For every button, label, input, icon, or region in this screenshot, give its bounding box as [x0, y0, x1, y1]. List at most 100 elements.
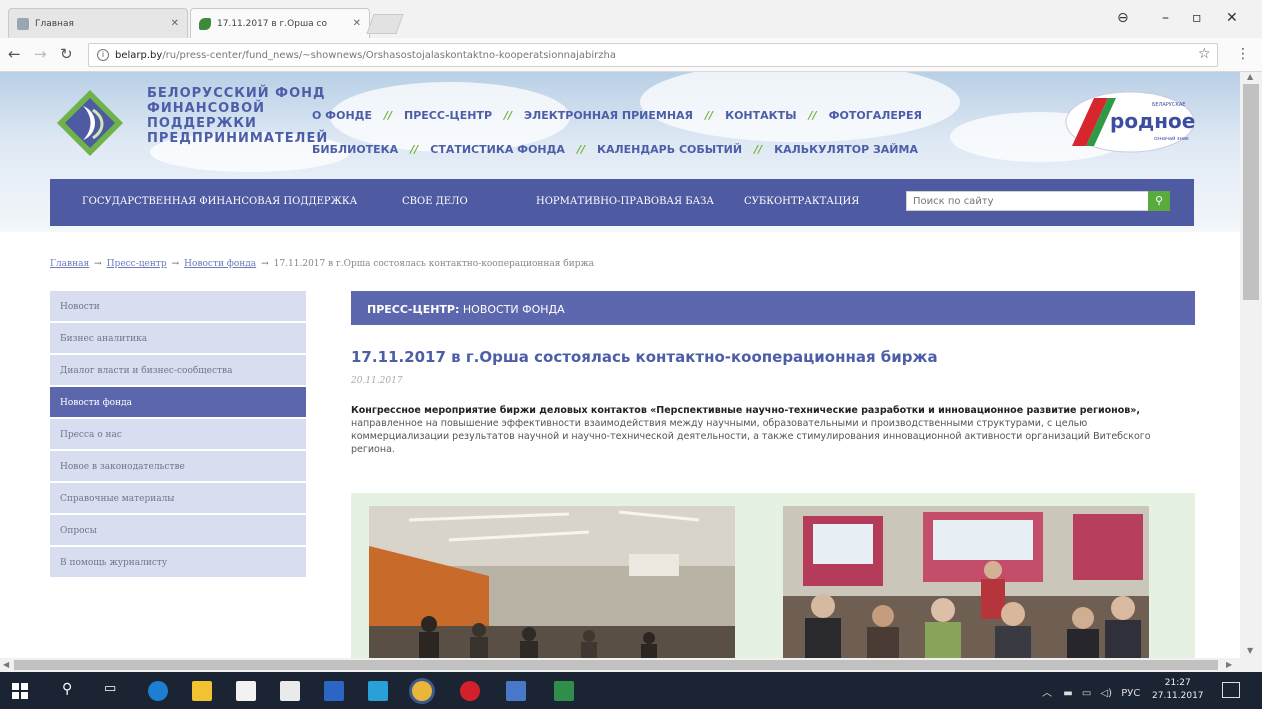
topnav-separator: //: [410, 143, 419, 156]
sidebar-item-polls[interactable]: Опросы: [50, 515, 306, 547]
article-title: 17.11.2017 в г.Орша состоялась контактно…: [351, 348, 938, 366]
scroll-up-icon[interactable]: ▲: [1247, 72, 1253, 81]
topnav-link-press[interactable]: ПРЕСС-ЦЕНТР: [404, 109, 492, 122]
page-favicon-icon: [199, 17, 211, 30]
site-search-input[interactable]: [906, 191, 1150, 211]
topnav-separator: //: [383, 109, 393, 122]
chrome-browser-icon[interactable]: [412, 681, 432, 701]
brand-tag-top: БЕЛАРУСКАЕ: [1152, 102, 1185, 108]
brand-word: родное: [1110, 109, 1195, 133]
section-header-rest: НОВОСТИ ФОНДА: [459, 303, 565, 316]
close-tab-icon[interactable]: ✕: [353, 18, 361, 29]
mainnav-subcontracting[interactable]: СУБКОНТРАКТАЦИЯ: [744, 196, 859, 207]
topnav-link-reception[interactable]: ЭЛЕКТРОННАЯ ПРИЕМНАЯ: [524, 109, 693, 122]
url-input[interactable]: i belarp.by /ru/press-center/fund_news/~…: [88, 43, 1218, 67]
windows-taskbar: ⚲ ▭ ︿ ▬ ▭ ◁) РУС 21:27 27.11.2017: [0, 672, 1262, 709]
vertical-scroll-thumb[interactable]: [1243, 84, 1259, 300]
article-date: 20.11.2017: [351, 376, 403, 386]
search-icon[interactable]: ⚲: [1148, 191, 1170, 211]
breadcrumb-current: 17.11.2017 в г.Орша состоялась контактно…: [273, 259, 595, 269]
top-nav-row-2: БИБЛИОТЕКА // СТАТИСТИКА ФОНДА // КАЛЕНД…: [312, 143, 918, 156]
site-info-icon[interactable]: i: [97, 49, 109, 61]
url-host: belarp.by: [115, 49, 163, 61]
mainnav-legal-base[interactable]: НОРМАТИВНО-ПРАВОВАЯ БАЗА: [536, 196, 714, 207]
task-view-icon[interactable]: ▭: [104, 681, 116, 696]
close-window-icon[interactable]: ✕: [1226, 10, 1238, 26]
sidebar-item-press-about-us[interactable]: Пресса о нас: [50, 419, 306, 451]
sidebar-item-legislation[interactable]: Новое в законодательстве: [50, 451, 306, 483]
vertical-scrollbar[interactable]: ▲ ▼: [1240, 72, 1262, 658]
language-indicator[interactable]: РУС: [1121, 688, 1140, 699]
profile-icon[interactable]: ⊖: [1117, 10, 1129, 26]
article-body-rest: направленное на повышение эффективности …: [351, 418, 1151, 455]
topnav-link-calculator[interactable]: КАЛЬКУЛЯТОР ЗАЙМА: [774, 143, 918, 156]
tray-chevron-icon[interactable]: ︿: [1042, 688, 1052, 699]
reload-icon[interactable]: ↻: [60, 45, 73, 63]
forward-icon[interactable]: →: [34, 45, 47, 63]
fund-logo-icon[interactable]: [55, 88, 125, 158]
search-icon[interactable]: ⚲: [62, 681, 72, 697]
logo-line: БЕЛОРУССКИЙ ФОНД: [147, 86, 326, 101]
topnav-link-gallery[interactable]: ФОТОГАЛЕРЕЯ: [829, 109, 922, 122]
sidebar-item-dialogue[interactable]: Диалог власти и бизнес-сообщества: [50, 355, 306, 387]
browser-tab-home[interactable]: Главная ✕: [8, 8, 188, 38]
sidebar-item-journalists[interactable]: В помощь журналисту: [50, 547, 306, 579]
scroll-left-icon[interactable]: ◀: [3, 660, 9, 669]
back-icon[interactable]: ←: [8, 45, 21, 63]
network-app-icon[interactable]: [368, 681, 388, 701]
topnav-link-calendar[interactable]: КАЛЕНДАРЬ СОБЫТИЙ: [597, 143, 742, 156]
close-tab-icon[interactable]: ✕: [171, 18, 179, 29]
horizontal-scrollbar[interactable]: ◀ ▶: [0, 658, 1262, 672]
new-tab-button[interactable]: [366, 14, 404, 34]
section-header: ПРЕСС-ЦЕНТР: НОВОСТИ ФОНДА: [351, 291, 1195, 325]
breadcrumb: Главная → Пресс-центр → Новости фонда → 17.11.…: [50, 259, 594, 269]
brand-tag-bottom: означай знак: [1154, 135, 1189, 142]
save-app-icon[interactable]: [324, 681, 344, 701]
mainnav-own-business[interactable]: СВОЕ ДЕЛО: [402, 196, 468, 207]
sidebar-item-business-analytics[interactable]: Бизнес аналитика: [50, 323, 306, 355]
topnav-link-contacts[interactable]: КОНТАКТЫ: [725, 109, 796, 122]
breadcrumb-link-home[interactable]: Главная: [50, 259, 89, 269]
volume-icon[interactable]: ◁): [1100, 688, 1112, 699]
topnav-link-statistics[interactable]: СТАТИСТИКА ФОНДА: [430, 143, 565, 156]
minimize-icon[interactable]: –: [1162, 10, 1169, 26]
logo-line: ПОДДЕРЖКИ: [147, 116, 257, 131]
maximize-icon[interactable]: ▫: [1192, 10, 1202, 26]
network-icon[interactable]: ▭: [1082, 688, 1091, 699]
breadcrumb-arrow: →: [171, 259, 180, 269]
bookmark-star-icon[interactable]: ☆: [1198, 46, 1211, 62]
rodnoe-brand-logo[interactable]: родное БЕЛАРУСКАЕ означай знак: [1064, 90, 1196, 154]
scroll-right-icon[interactable]: ▶: [1226, 660, 1232, 669]
sidebar-item-news[interactable]: Новости: [50, 291, 306, 323]
event-photo-1[interactable]: [369, 506, 735, 658]
mainnav-state-support[interactable]: ГОСУДАРСТВЕННАЯ ФИНАНСОВАЯ ПОДДЕРЖКА: [82, 196, 357, 207]
file-explorer-icon[interactable]: [192, 681, 212, 701]
excel-icon[interactable]: [554, 681, 574, 701]
page-favicon-icon: [17, 17, 29, 30]
browser-tab-article[interactable]: 17.11.2017 в г.Орша со ✕: [190, 8, 370, 38]
topnav-link-about[interactable]: О ФОНДЕ: [312, 109, 372, 122]
browser-menu-icon[interactable]: ⋮: [1236, 46, 1250, 62]
windows-start-icon[interactable]: [12, 683, 28, 699]
battery-icon[interactable]: ▬: [1063, 688, 1072, 699]
taskbar-clock[interactable]: 21:27 27.11.2017: [1152, 677, 1204, 703]
opera-browser-icon[interactable]: [460, 681, 480, 701]
topnav-link-library[interactable]: БИБЛИОТЕКА: [312, 143, 398, 156]
sidebar-item-reference[interactable]: Справочные материалы: [50, 483, 306, 515]
tab-title: 17.11.2017 в г.Орша со: [217, 18, 328, 29]
store-icon[interactable]: [236, 681, 256, 701]
scroll-down-icon[interactable]: ▼: [1247, 646, 1253, 655]
address-bar: ← → ↻ i belarp.by /ru/press-center/fund_…: [0, 38, 1262, 72]
calendar-app-icon[interactable]: [506, 681, 526, 701]
breadcrumb-link-fund-news[interactable]: Новости фонда: [184, 259, 256, 269]
event-photo-2[interactable]: [783, 506, 1149, 658]
topnav-separator: //: [504, 109, 513, 122]
breadcrumb-link-press[interactable]: Пресс-центр: [107, 259, 167, 269]
edge-browser-icon[interactable]: [148, 681, 168, 701]
sidebar-item-fund-news[interactable]: Новости фонда: [50, 387, 306, 419]
fund-logo-text[interactable]: БЕЛОРУССКИЙ ФОНД ФИНАНСОВОЙ ПОДДЕРЖКИ ПР…: [147, 86, 328, 146]
article-body: Конгрессное мероприятие биржи деловых ко…: [351, 404, 1161, 456]
notifications-icon[interactable]: [1222, 682, 1240, 698]
mail-icon[interactable]: [280, 681, 300, 701]
horizontal-scroll-thumb[interactable]: [14, 660, 1218, 670]
